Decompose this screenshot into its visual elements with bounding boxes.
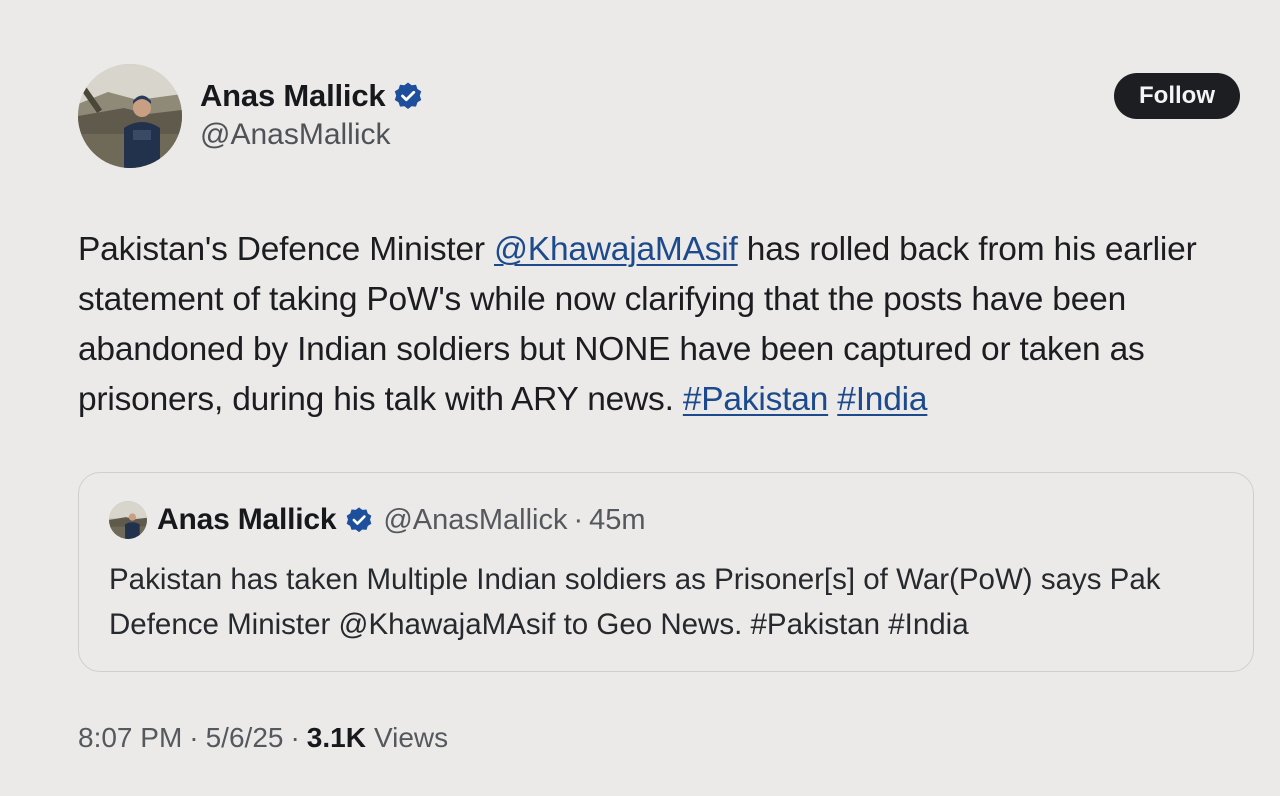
views-count: 3.1K bbox=[306, 722, 366, 753]
quoted-handle[interactable]: @AnasMallick bbox=[383, 504, 567, 537]
quoted-avatar[interactable] bbox=[109, 501, 147, 539]
tweet-time[interactable]: 8:07 PM bbox=[78, 722, 182, 754]
tweet-date[interactable]: 5/6/25 bbox=[206, 722, 284, 754]
meta-separator: · bbox=[290, 722, 300, 753]
author-display-name[interactable]: Anas Mallick bbox=[200, 78, 386, 114]
quoted-separator: · bbox=[573, 503, 584, 536]
author-handle[interactable]: @AnasMallick bbox=[200, 118, 391, 152]
tweet-header: Anas Mallick @AnasMallick Follow bbox=[78, 64, 1240, 168]
avatar[interactable] bbox=[78, 64, 182, 168]
hashtag-link-india[interactable]: #India bbox=[837, 381, 927, 418]
hashtag-link-pakistan[interactable]: #Pakistan bbox=[683, 381, 829, 418]
meta-separator: · bbox=[189, 722, 199, 753]
quoted-tweet-header: Anas Mallick @AnasMallick · 45m bbox=[109, 501, 646, 539]
tweet-meta: 8:07 PM · 5/6/25 · 3.1K Views bbox=[78, 722, 448, 754]
cropped-icon bbox=[1222, 0, 1258, 4]
follow-button[interactable]: Follow bbox=[1114, 73, 1240, 119]
tweet-text-part: Pakistan's Defence Minister bbox=[78, 231, 494, 268]
verified-badge-icon bbox=[395, 82, 422, 109]
mention-link[interactable]: @KhawajaMAsif bbox=[494, 231, 738, 268]
tweet-body: Pakistan's Defence Minister @KhawajaMAsi… bbox=[78, 225, 1268, 425]
quoted-tweet-card[interactable]: Anas Mallick @AnasMallick · 45m Pakistan… bbox=[78, 472, 1254, 672]
quoted-display-name[interactable]: Anas Mallick bbox=[157, 503, 337, 537]
quoted-tweet-text: Pakistan has taken Multiple Indian soldi… bbox=[109, 563, 1161, 641]
views-label: Views bbox=[373, 722, 449, 753]
quoted-timestamp[interactable]: 45m bbox=[589, 504, 645, 537]
verified-badge-icon bbox=[347, 507, 372, 533]
